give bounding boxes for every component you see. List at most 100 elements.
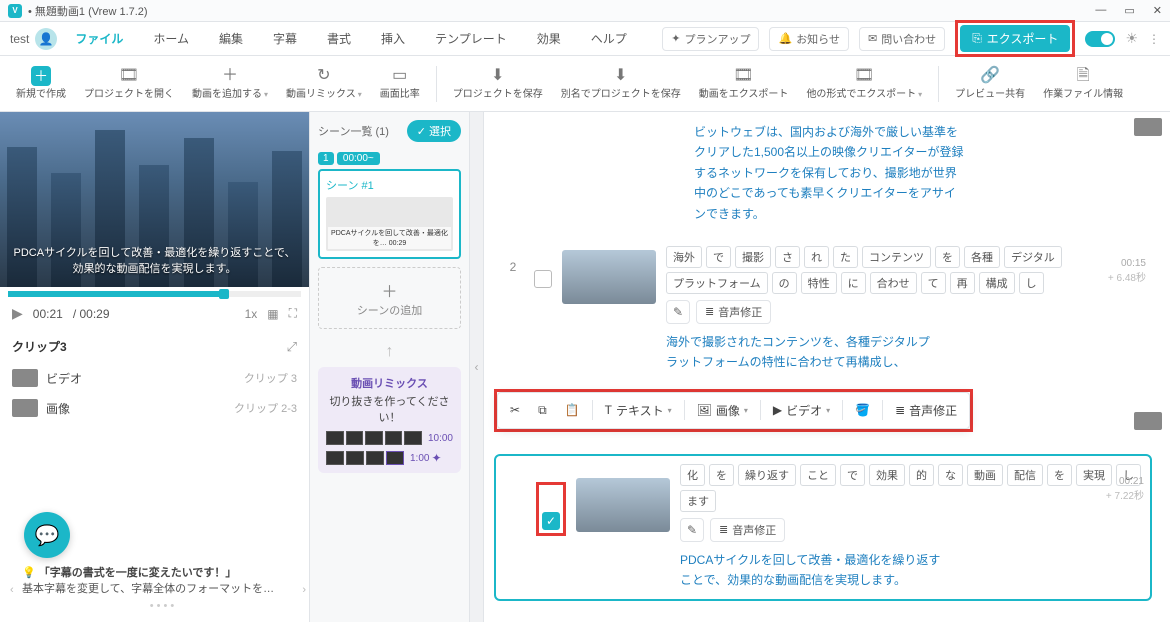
kebab-icon[interactable]: ⋮ <box>1148 32 1160 46</box>
token[interactable]: ます <box>680 490 716 512</box>
chevron-left-icon[interactable]: ‹ <box>10 584 14 596</box>
tips-carousel[interactable]: ‹ 💡 「字幕の書式を一度に変えたいです！」 基本字幕を変更して、字幕全体のフォ… <box>22 564 302 612</box>
menu-help[interactable]: ヘルプ <box>579 26 639 51</box>
token[interactable]: 海外 <box>666 246 702 268</box>
token[interactable]: さ <box>775 246 800 268</box>
equalizer-icon: ≣ <box>705 305 714 318</box>
token[interactable]: て <box>921 272 946 294</box>
token[interactable]: で <box>706 246 731 268</box>
token[interactable]: を <box>1047 464 1072 486</box>
window-maximize-icon[interactable]: ▭ <box>1124 4 1134 17</box>
notifications-button[interactable]: 🔔お知らせ <box>769 27 848 51</box>
contact-button[interactable]: ✉問い合わせ <box>859 27 945 51</box>
token[interactable]: 配信 <box>1007 464 1043 486</box>
user-chip[interactable]: test 👤 <box>10 28 57 50</box>
token[interactable]: 特性 <box>801 272 837 294</box>
token[interactable]: プラットフォーム <box>666 272 768 294</box>
tool-save-as[interactable]: ⬇別名でプロジェクトを保存 <box>555 66 687 100</box>
remix-promo[interactable]: 動画リミックス 切り抜きを作ってください！ 10:00 1:00✦ <box>318 367 461 473</box>
seek-bar[interactable] <box>8 291 301 297</box>
token[interactable]: デジタル <box>1004 246 1062 268</box>
tool-aspect[interactable]: ▭画面比率 <box>374 66 426 100</box>
export-button[interactable]: ⎘エクスポート <box>960 25 1070 52</box>
chat-fab[interactable]: 💬 <box>24 512 70 558</box>
menu-insert[interactable]: 挿入 <box>369 26 417 51</box>
token[interactable]: を <box>935 246 960 268</box>
audio-fix-button[interactable]: ≣音声修正 <box>696 300 771 324</box>
token[interactable]: 合わせ <box>870 272 917 294</box>
segment-row-selected[interactable]: ✓ 化を繰り返すことで効果的な動画配信を実現します ✎ ≣音声修正 PDCAサイ… <box>494 454 1152 601</box>
token[interactable]: の <box>772 272 797 294</box>
tool-remix[interactable]: ↻動画リミックス▾ <box>280 66 368 100</box>
token[interactable]: こと <box>800 464 836 486</box>
token[interactable]: れ <box>804 246 829 268</box>
window-minimize-icon[interactable]: — <box>1095 4 1106 17</box>
token[interactable]: 化 <box>680 464 705 486</box>
token[interactable]: 動画 <box>967 464 1003 486</box>
clip-row[interactable]: 画像クリップ 2-3 <box>12 393 297 423</box>
play-icon[interactable]: ▶ <box>12 305 23 322</box>
token[interactable]: 撮影 <box>735 246 771 268</box>
panel-collapse-handle[interactable]: ‹ <box>470 112 484 622</box>
text-menu[interactable]: Tテキスト▾ <box>597 397 680 424</box>
video-preview[interactable]: PDCAサイクルを回して改善・最適化を繰り返すことで、効果的な動画配信を実現しま… <box>0 112 309 287</box>
token[interactable]: に <box>841 272 866 294</box>
paste-button[interactable]: 📋 <box>557 398 588 422</box>
audio-fix-menu[interactable]: ≣音声修正 <box>887 397 965 424</box>
menu-file[interactable]: ファイル <box>63 26 135 51</box>
menu-template[interactable]: テンプレート <box>423 26 519 51</box>
fullscreen-icon[interactable]: ⛶ <box>289 306 297 321</box>
expand-icon[interactable]: ⤢ <box>287 339 297 355</box>
menu-edit[interactable]: 編集 <box>207 26 255 51</box>
token[interactable]: 各種 <box>964 246 1000 268</box>
tool-add-video[interactable]: ＋動画を追加する▾ <box>186 66 274 100</box>
tool-file-info[interactable]: 🗎作業ファイル情報 <box>1037 66 1129 100</box>
segment-checkbox[interactable]: ✓ <box>542 512 560 530</box>
segment-description: ビットウェブは、国内および海外で厳しい基準をクリアした1,500名以上の映像クリ… <box>694 122 964 224</box>
playback-speed[interactable]: 1x <box>245 307 258 321</box>
tool-export-other[interactable]: 🎞他の形式でエクスポート▾ <box>800 66 928 100</box>
menu-home[interactable]: ホーム <box>141 26 201 51</box>
rectangle-icon: ▭ <box>392 66 407 85</box>
edit-icon[interactable]: ✎ <box>666 300 690 324</box>
token[interactable]: で <box>840 464 865 486</box>
tool-export-video[interactable]: 🎞動画をエクスポート <box>693 66 795 100</box>
token[interactable]: を <box>709 464 734 486</box>
grid-icon[interactable]: ▦ <box>267 307 278 321</box>
token[interactable]: し <box>1019 272 1044 294</box>
tool-new[interactable]: ＋新規で作成 <box>10 66 72 101</box>
scenes-select-button[interactable]: ✓選択 <box>407 120 461 142</box>
menu-format[interactable]: 書式 <box>315 26 363 51</box>
chevron-right-icon[interactable]: › <box>302 584 306 596</box>
audio-fix-button[interactable]: ≣音声修正 <box>710 518 785 542</box>
fill-button[interactable]: 🪣 <box>847 398 878 422</box>
cut-button[interactable]: ✂ <box>502 398 528 422</box>
clip-row[interactable]: ビデオクリップ 3 <box>12 363 297 393</box>
segment-row[interactable]: 2 海外で撮影されたコンテンツを各種デジタルプラットフォームの特性に合わせて再構… <box>494 238 1152 381</box>
menu-subtitle[interactable]: 字幕 <box>261 26 309 51</box>
tool-preview-share[interactable]: 🔗プレビュー共有 <box>949 66 1031 100</box>
window-close-icon[interactable]: ✕ <box>1153 4 1162 17</box>
token[interactable]: た <box>833 246 858 268</box>
video-menu[interactable]: ▶ビデオ▾ <box>765 397 838 424</box>
plan-upgrade-button[interactable]: ✦プランアップ <box>662 27 759 51</box>
scene-number-badge: 1 <box>318 152 334 165</box>
token[interactable]: 繰り返す <box>738 464 796 486</box>
token[interactable]: な <box>938 464 963 486</box>
tool-save[interactable]: ⬇プロジェクトを保存 <box>447 66 549 100</box>
edit-icon[interactable]: ✎ <box>680 518 704 542</box>
tool-open-project[interactable]: 🎞プロジェクトを開く <box>78 66 180 100</box>
theme-toggle[interactable] <box>1085 31 1115 47</box>
copy-button[interactable]: ⧉ <box>530 398 555 423</box>
menu-effect[interactable]: 効果 <box>525 26 573 51</box>
plus-icon: ＋ <box>31 66 51 86</box>
token[interactable]: コンテンツ <box>862 246 931 268</box>
scene-card[interactable]: シーン #1 PDCAサイクルを回して改善・最適化を… 00:29 <box>318 169 461 259</box>
token[interactable]: 効果 <box>869 464 905 486</box>
segment-checkbox[interactable] <box>534 270 552 288</box>
token[interactable]: 構成 <box>979 272 1015 294</box>
token[interactable]: 的 <box>909 464 934 486</box>
add-scene-button[interactable]: ＋シーンの追加 <box>318 267 461 329</box>
token[interactable]: 再 <box>950 272 975 294</box>
image-menu[interactable]: 🖼画像▾ <box>689 397 756 424</box>
